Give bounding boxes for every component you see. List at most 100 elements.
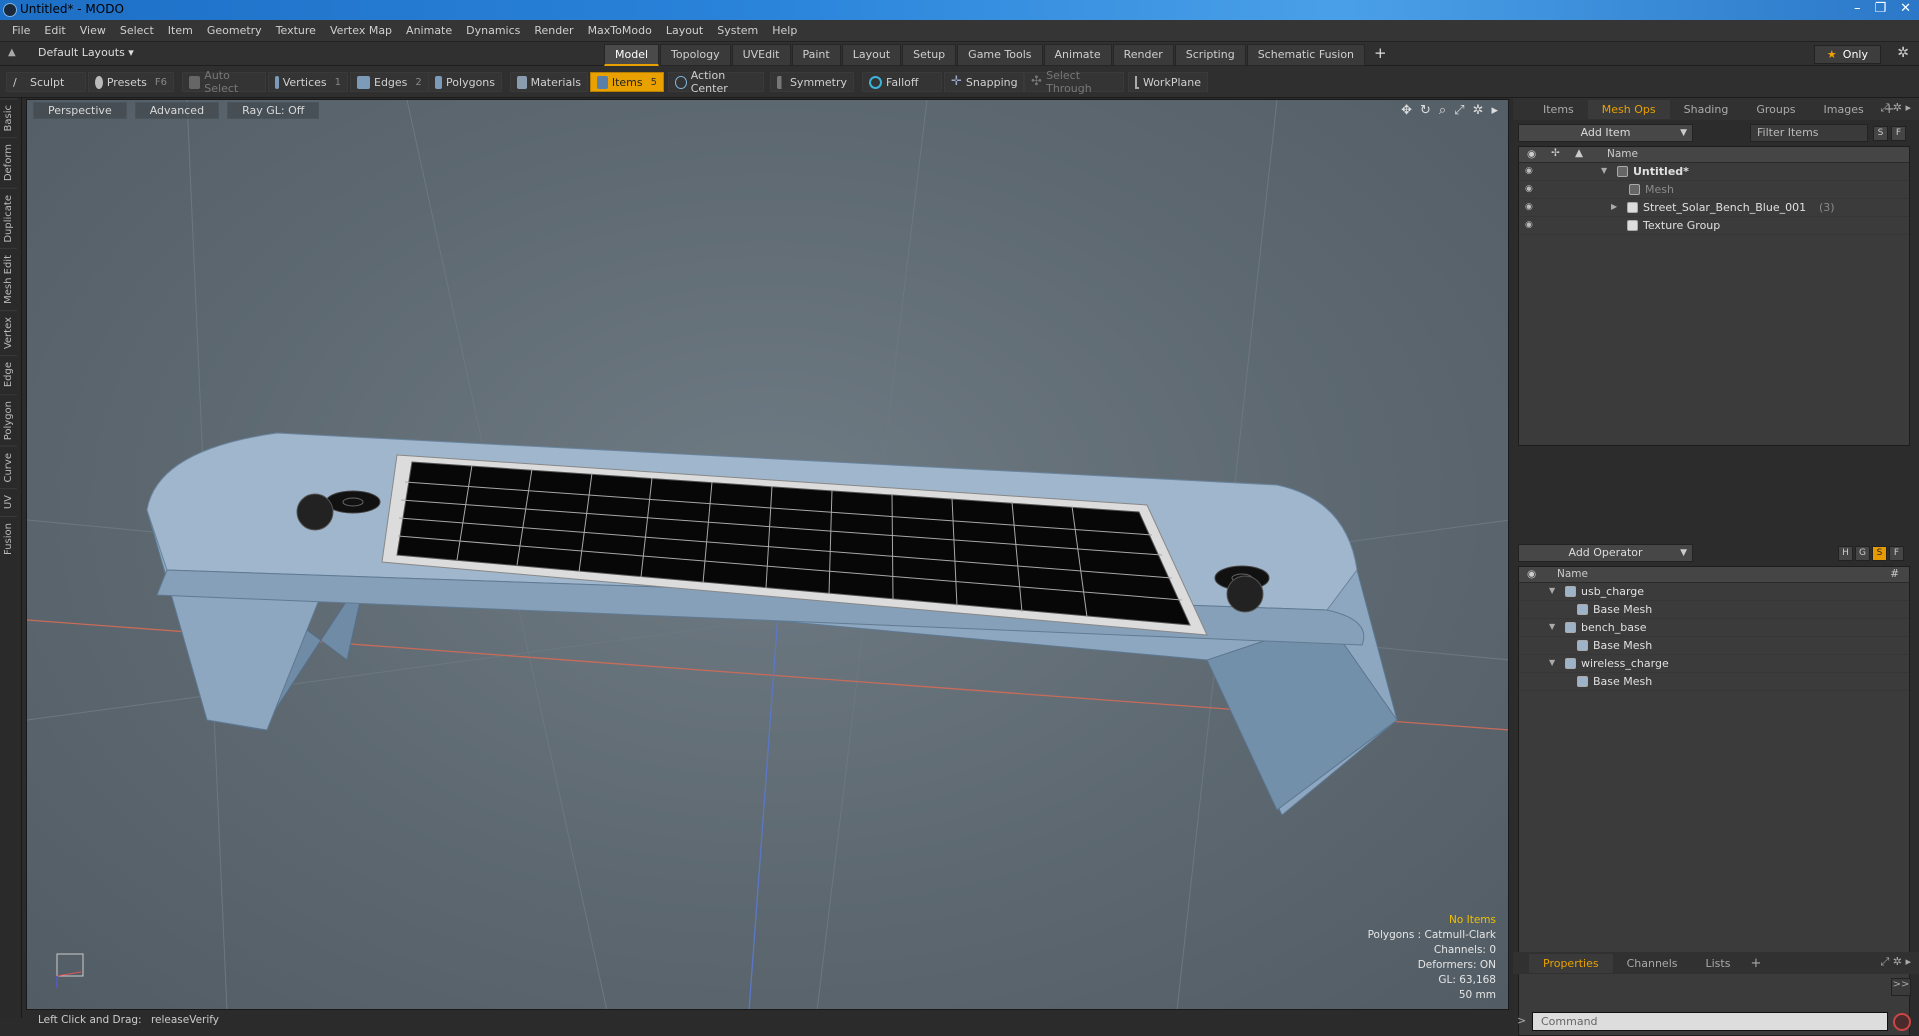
items-button[interactable]: Items 5 <box>590 72 664 92</box>
filter-f-button[interactable]: F <box>1889 546 1904 561</box>
action-center-button[interactable]: Action Center <box>668 69 764 95</box>
snapping-button[interactable]: ✛ Snapping <box>944 72 1024 92</box>
pan-icon[interactable]: ✥ <box>1401 103 1412 118</box>
op-child-row[interactable]: Base Mesh <box>1519 637 1909 655</box>
item-row-bench[interactable]: ◉ ▶ Street_Solar_Bench_Blue_001 (3) <box>1519 199 1909 217</box>
view-mode-dropdown[interactable]: Perspective <box>33 102 127 119</box>
3d-viewport[interactable]: Perspective Advanced Ray GL: Off ✥ ↻ ⌕ ⤢… <box>26 99 1509 1010</box>
menu-maxtomodo[interactable]: MaxToModo <box>588 24 652 37</box>
tab-lists[interactable]: Lists <box>1692 954 1745 973</box>
filter-items-input[interactable]: Filter Items <box>1750 124 1868 142</box>
op-child-row[interactable]: Base Mesh <box>1519 601 1909 619</box>
menu-edit[interactable]: Edit <box>44 24 65 37</box>
visibility-eye-icon[interactable]: ◉ <box>1525 220 1537 230</box>
menu-layout[interactable]: Layout <box>666 24 703 37</box>
sculpt-button[interactable]: / Sculpt <box>6 72 86 92</box>
left-tab-uv[interactable]: UV <box>0 488 17 516</box>
command-input[interactable]: Command <box>1532 1012 1888 1031</box>
tab-render[interactable]: Render <box>1112 44 1174 66</box>
record-macro-icon[interactable] <box>1893 1013 1911 1031</box>
visibility-eye-icon[interactable]: ◉ <box>1525 202 1537 212</box>
left-tab-edge[interactable]: Edge <box>0 355 17 394</box>
zoom-icon[interactable]: ⌕ <box>1439 103 1446 118</box>
expand-arrow-icon[interactable]: ▶ <box>1611 202 1617 211</box>
menu-vertex-map[interactable]: Vertex Map <box>330 24 392 37</box>
left-tab-vertex[interactable]: Vertex <box>0 310 17 356</box>
tab-mesh-ops[interactable]: Mesh Ops <box>1587 99 1670 119</box>
shading-dropdown[interactable]: Advanced <box>134 102 220 119</box>
close-button[interactable]: ✕ <box>1900 1 1911 16</box>
tab-paint[interactable]: Paint <box>791 44 841 66</box>
menu-system[interactable]: System <box>717 24 758 37</box>
expand-arrow-icon[interactable]: ▼ <box>1601 166 1607 175</box>
filter-s-button[interactable]: S <box>1872 546 1887 561</box>
op-row-usb-charge[interactable]: ▼ usb_charge <box>1519 583 1909 601</box>
left-tab-deform[interactable]: Deform <box>0 137 17 188</box>
expand-arrow-icon[interactable]: ▼ <box>1549 586 1555 595</box>
tab-game-tools[interactable]: Game Tools <box>957 44 1043 66</box>
menu-file[interactable]: File <box>12 24 30 37</box>
auto-select-button[interactable]: Auto Select <box>182 69 266 95</box>
panel-expand-icon[interactable]: ⤢ ✲ ▸ <box>1880 955 1911 969</box>
expand-arrow-icon[interactable]: ▼ <box>1549 622 1555 631</box>
viewport-menu-arrow-icon[interactable]: ▸ <box>1491 103 1498 118</box>
tab-properties[interactable]: Properties <box>1529 953 1613 973</box>
menu-texture[interactable]: Texture <box>276 24 316 37</box>
left-tab-polygon[interactable]: Polygon <box>0 393 17 446</box>
properties-expand-button[interactable]: >> <box>1891 978 1911 996</box>
layout-dropdown[interactable]: Default Layouts ▾ <box>38 46 134 59</box>
gear-icon[interactable]: ✲ <box>1897 45 1909 61</box>
menu-help[interactable]: Help <box>772 24 797 37</box>
menu-item[interactable]: Item <box>168 24 193 37</box>
expand-arrow-icon[interactable]: ▼ <box>1549 658 1555 667</box>
left-tab-mesh-edit[interactable]: Mesh Edit <box>0 248 17 311</box>
left-tab-fusion[interactable]: Fusion <box>0 515 17 561</box>
menu-select[interactable]: Select <box>120 24 154 37</box>
item-row-mesh[interactable]: ◉ Mesh <box>1519 181 1909 199</box>
op-row-wireless-charge[interactable]: ▼ wireless_charge <box>1519 655 1909 673</box>
fit-icon[interactable]: ⤢ <box>1454 103 1464 118</box>
menu-animate[interactable]: Animate <box>406 24 452 37</box>
item-row-untitled[interactable]: ◉ ▼ Untitled* <box>1519 163 1909 181</box>
raygl-toggle[interactable]: Ray GL: Off <box>227 102 320 119</box>
tab-model[interactable]: Model <box>604 44 660 66</box>
add-panel-tab-icon[interactable]: + <box>1744 956 1767 971</box>
op-child-row[interactable]: Base Mesh <box>1519 673 1909 691</box>
viewport-gear-icon[interactable]: ✲ <box>1473 103 1484 118</box>
name-column-header[interactable]: Name <box>1607 148 1638 160</box>
workplane-button[interactable]: WorkPlane <box>1128 72 1208 92</box>
visibility-eye-icon[interactable]: ◉ <box>1525 184 1537 194</box>
only-toggle[interactable]: ★ Only <box>1813 45 1881 64</box>
materials-button[interactable]: Materials <box>510 72 588 92</box>
symmetry-button[interactable]: Symmetry <box>770 72 854 92</box>
name-column-header[interactable]: Name <box>1557 568 1588 580</box>
visibility-eye-icon[interactable]: ◉ <box>1525 166 1537 176</box>
menu-view[interactable]: View <box>80 24 106 37</box>
edges-button[interactable]: Edges 2 <box>350 72 430 92</box>
maximize-button[interactable]: ❐ <box>1874 1 1886 16</box>
tab-schematic-fusion[interactable]: Schematic Fusion <box>1246 44 1366 66</box>
tab-shading[interactable]: Shading <box>1670 100 1743 119</box>
item-row-texture-group[interactable]: ◉ Texture Group <box>1519 217 1909 235</box>
polygons-button[interactable]: Polygons <box>428 72 502 92</box>
left-tab-basic[interactable]: Basic <box>0 98 17 138</box>
presets-button[interactable]: Presets F6 <box>88 72 174 92</box>
left-tab-curve[interactable]: Curve <box>0 445 17 489</box>
tab-topology[interactable]: Topology <box>660 44 731 66</box>
menu-geometry[interactable]: Geometry <box>207 24 262 37</box>
filter-s-button[interactable]: S <box>1873 126 1888 141</box>
filter-h-button[interactable]: H <box>1838 546 1853 561</box>
tab-scripting[interactable]: Scripting <box>1174 44 1246 66</box>
add-operator-dropdown[interactable]: Add Operator ▼ <box>1518 544 1693 562</box>
op-row-bench-base[interactable]: ▼ bench_base <box>1519 619 1909 637</box>
filter-g-button[interactable]: G <box>1855 546 1870 561</box>
menu-dynamics[interactable]: Dynamics <box>466 24 520 37</box>
falloff-button[interactable]: Falloff <box>862 72 942 92</box>
add-item-dropdown[interactable]: Add Item ▼ <box>1518 124 1693 142</box>
layout-expand-icon[interactable]: ▲ <box>8 47 20 59</box>
select-through-button[interactable]: ✣ Select Through <box>1024 69 1124 95</box>
tab-animate[interactable]: Animate <box>1043 44 1112 66</box>
minimize-button[interactable]: – <box>1854 1 1861 16</box>
tab-groups[interactable]: Groups <box>1742 100 1809 119</box>
add-tab-button[interactable]: + <box>1366 44 1395 66</box>
